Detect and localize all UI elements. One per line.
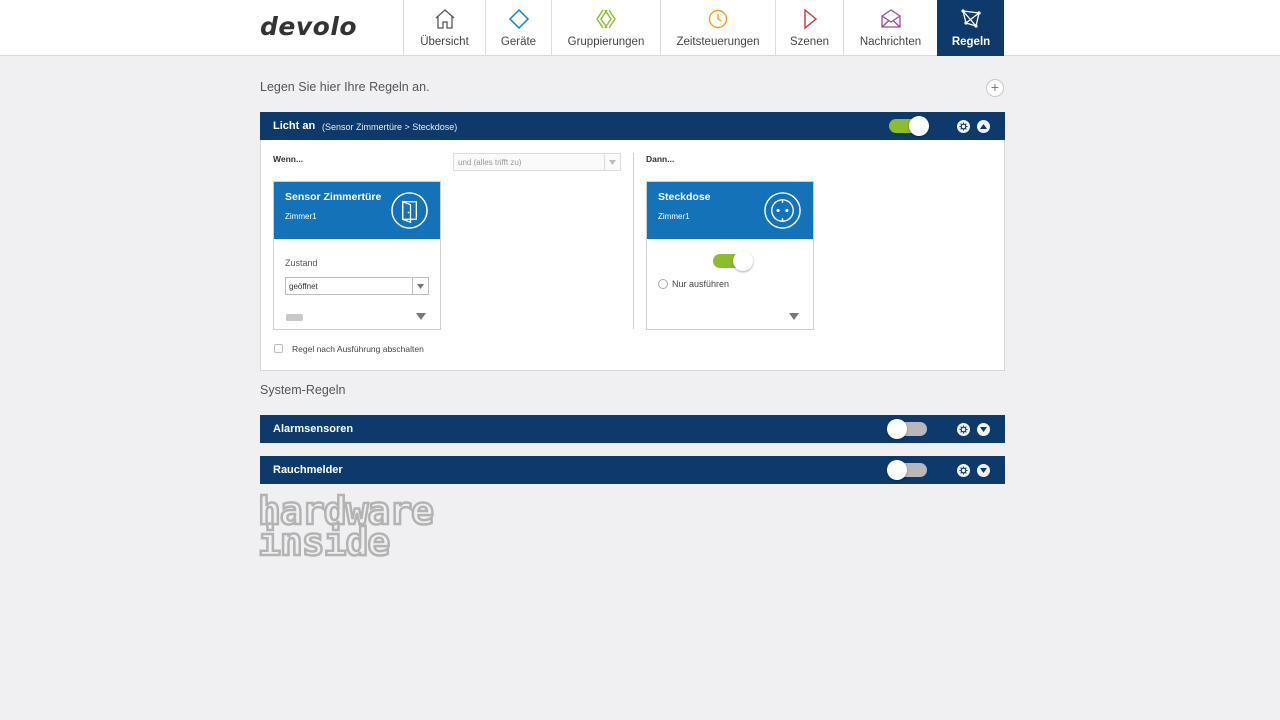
action-card-room: Zimmer1 <box>658 212 690 221</box>
toggle-knob <box>733 251 753 271</box>
state-select-value: geöffnet <box>289 282 318 291</box>
state-select[interactable]: geöffnet <box>285 277 429 295</box>
nav-tab-szenen[interactable]: Szenen <box>775 0 843 56</box>
rule-header-alarmsensoren[interactable]: Alarmsensoren <box>260 415 1005 443</box>
trigger-card-room: Zimmer1 <box>285 212 317 221</box>
chevron-up-icon <box>980 124 987 129</box>
home-icon <box>435 9 454 29</box>
main-nav: Übersicht Geräte Gruppierungen Zeitsteue… <box>403 0 1004 56</box>
door-icon <box>391 192 428 229</box>
add-rule-button[interactable]: + <box>986 79 1004 97</box>
execute-only-label: Nur ausführen <box>672 279 730 289</box>
toggle-knob <box>887 419 907 439</box>
action-card-title: Steckdose <box>658 191 711 203</box>
top-header: devolo Übersicht Geräte Gruppierungen Ze… <box>0 0 1280 56</box>
disable-after-checkbox[interactable] <box>274 344 283 353</box>
nav-label: Zeitsteuerungen <box>676 36 760 48</box>
chevrons-icon <box>596 9 616 29</box>
diamond-icon <box>508 8 529 30</box>
gear-icon <box>959 466 968 475</box>
nav-label: Nachrichten <box>859 36 922 48</box>
rule-title: Licht an <box>273 120 316 132</box>
gear-icon <box>959 122 968 131</box>
then-label: Dann... <box>646 154 675 164</box>
nav-label: Regeln <box>951 36 991 48</box>
nav-tab-gruppierungen[interactable]: Gruppierungen <box>551 0 660 56</box>
hardware-inside-watermark: hardware inside <box>258 492 435 558</box>
card-expand-arrow[interactable] <box>416 313 426 320</box>
disable-after-label: Regel nach Ausführung abschalten <box>292 344 424 354</box>
action-card-header: Steckdose Zimmer1 <box>647 182 813 239</box>
card-expand-arrow[interactable] <box>789 313 799 320</box>
rule-subtitle: (Sensor Zimmertüre > Steckdose) <box>322 122 458 132</box>
chevron-down-icon <box>980 468 987 473</box>
rule-expand-button[interactable] <box>977 423 990 436</box>
rule-enable-toggle[interactable] <box>889 116 929 136</box>
rule-enable-toggle[interactable] <box>887 460 927 480</box>
action-card: Steckdose Zimmer1 Nur ausführen <box>646 181 814 330</box>
trigger-card: Sensor Zimmertüre Zimmer1 Zustand geöffn… <box>273 181 441 330</box>
rule-title: Rauchmelder <box>273 464 343 476</box>
envelope-icon <box>880 9 901 28</box>
battery-icon <box>286 314 303 321</box>
system-rules-title: System-Regeln <box>260 383 346 397</box>
toggle-knob <box>909 116 929 136</box>
nav-tab-uebersicht[interactable]: Übersicht <box>403 0 485 56</box>
intro-text: Legen Sie hier Ihre Regeln an. <box>260 80 430 94</box>
nav-tab-nachrichten[interactable]: Nachrichten <box>843 0 937 56</box>
rule-header-rauchmelder[interactable]: Rauchmelder <box>260 456 1005 484</box>
gear-icon <box>959 425 968 434</box>
nav-tab-regeln[interactable]: Regeln <box>937 0 1004 56</box>
rule-settings-button[interactable] <box>957 464 970 477</box>
condition-select[interactable]: und (alles trifft zu) <box>453 153 621 171</box>
rule-settings-button[interactable] <box>957 423 970 436</box>
column-divider <box>633 153 634 329</box>
socket-icon <box>764 192 801 229</box>
nav-label: Gruppierungen <box>567 36 645 48</box>
devolo-logo[interactable]: devolo <box>260 12 357 41</box>
chevron-down-icon <box>412 278 428 294</box>
network-icon <box>961 9 981 28</box>
toggle-knob <box>887 460 907 480</box>
rule-title: Alarmsensoren <box>273 423 354 435</box>
rule-expand-button[interactable] <box>977 464 990 477</box>
chevron-down-icon <box>604 154 620 170</box>
state-label: Zustand <box>285 258 318 268</box>
rule-header-licht-an[interactable]: Licht an (Sensor Zimmertüre > Steckdose) <box>260 112 1005 140</box>
when-label: Wenn... <box>273 154 304 164</box>
rule-panel: Wenn... und (alles trifft zu) Dann... Se… <box>260 140 1005 371</box>
nav-label: Szenen <box>789 36 829 48</box>
play-icon <box>803 8 817 30</box>
trigger-card-header: Sensor Zimmertüre Zimmer1 <box>274 182 440 239</box>
rule-enable-toggle[interactable] <box>887 419 927 439</box>
trigger-card-title: Sensor Zimmertüre <box>285 191 382 203</box>
watermark-line2: inside <box>258 520 389 558</box>
nav-label: Übersicht <box>420 36 469 48</box>
condition-select-value: und (alles trifft zu) <box>458 158 522 167</box>
clock-icon <box>708 9 728 29</box>
rule-collapse-button[interactable] <box>977 120 990 133</box>
chevron-down-icon <box>980 427 987 432</box>
execute-only-radio[interactable] <box>658 279 668 289</box>
nav-label: Geräte <box>500 36 537 48</box>
nav-tab-geraete[interactable]: Geräte <box>485 0 551 56</box>
socket-switch-toggle[interactable] <box>713 251 753 271</box>
rule-settings-button[interactable] <box>957 120 970 133</box>
nav-tab-zeitsteuerungen[interactable]: Zeitsteuerungen <box>660 0 775 56</box>
